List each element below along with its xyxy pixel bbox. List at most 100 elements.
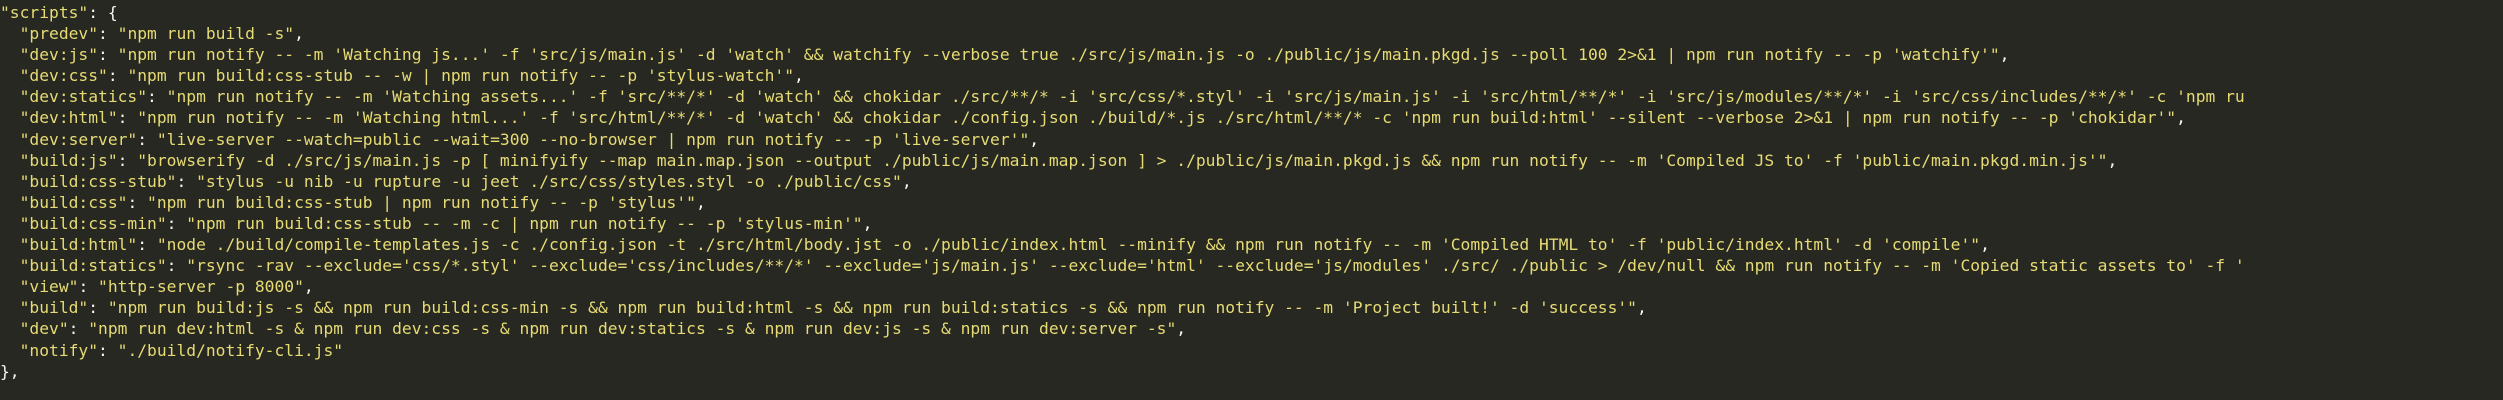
json-value: "npm run build -s" [117, 24, 295, 44]
key-separator: : [88, 3, 108, 22]
json-value: "node ./build/compile-templates.js -c ./… [156, 235, 1981, 255]
line-punctuation: , [1980, 235, 1990, 255]
code-line[interactable]: "build:css-min": "npm run build:css-stub… [0, 213, 2245, 234]
code-line[interactable]: "notify": "./build/notify-cli.js" [0, 340, 2245, 361]
code-line[interactable]: "build": "npm run build:js -s && npm run… [0, 297, 2245, 318]
line-punctuation: , [294, 24, 304, 44]
key-separator: : [176, 171, 197, 191]
key-separator: : [107, 66, 128, 86]
key-separator: : [78, 277, 99, 297]
json-value: "npm run build:js -s && npm run build:cs… [107, 298, 1637, 318]
line-punctuation: , [303, 277, 314, 297]
json-value: "browserify -d ./src/js/main.js -p [ min… [137, 150, 2108, 170]
line-punctuation: , [1636, 298, 1647, 318]
json-value: "http-server -p 8000" [98, 277, 304, 297]
key-separator: : [117, 108, 138, 128]
json-key: "dev" [19, 319, 69, 339]
code-line[interactable]: "dev:css": "npm run build:css-stub -- -w… [0, 65, 2245, 86]
json-key: "dev:css" [19, 66, 108, 86]
json-value: "./build/notify-cli.js" [117, 340, 344, 360]
json-key: "dev:js" [19, 45, 99, 65]
line-punctuation: , [1029, 129, 1040, 149]
json-value: "npm run build:css-stub -- -m -c | npm r… [186, 213, 863, 233]
json-key: "build:css-stub" [19, 171, 177, 191]
json-value: "npm run build:css-stub | npm run notify… [147, 192, 696, 212]
key-separator: : [127, 192, 148, 212]
code-line[interactable]: "dev:statics": "npm run notify -- -m 'Wa… [0, 86, 2245, 107]
line-punctuation: , [1999, 45, 2010, 65]
json-key: "dev:html" [19, 108, 118, 128]
code-line[interactable]: "build:css-stub": "stylus -u nib -u rupt… [0, 171, 2245, 192]
key-separator: : [98, 45, 118, 65]
code-line[interactable]: "predev": "npm run build -s", [0, 23, 2245, 44]
line-punctuation: , [2176, 108, 2186, 128]
json-key: "build:css" [19, 192, 128, 212]
key-separator: : [166, 256, 187, 276]
line-punctuation: , [862, 213, 873, 233]
key-separator: : [68, 319, 89, 339]
json-value: "stylus -u nib -u rupture -u jeet ./src/… [196, 171, 902, 191]
line-punctuation: }, [0, 361, 20, 381]
code-lines[interactable]: "scripts": { "predev": "npm run build -s… [0, 2, 2245, 382]
code-line[interactable]: "build:css": "npm run build:css-stub | n… [0, 192, 2245, 213]
json-key: "build:js" [19, 150, 118, 170]
code-line[interactable]: "dev:html": "npm run notify -- -m 'Watch… [0, 107, 2245, 128]
key-separator: : [137, 235, 157, 255]
json-value: "npm run build:css-stub -- -w | npm run … [127, 66, 794, 86]
json-key: "build" [19, 298, 89, 318]
code-line[interactable]: "build:js": "browserify -d ./src/js/main… [0, 150, 2245, 171]
code-line[interactable]: "dev": "npm run dev:html -s & npm run de… [0, 318, 2245, 339]
key-separator: : [98, 24, 118, 44]
key-separator: : [117, 150, 138, 170]
json-key: "build:css-min" [19, 213, 167, 233]
json-key: "scripts" [0, 3, 89, 22]
json-value: "npm run notify -- -m 'Watching html...'… [137, 108, 2177, 128]
code-line[interactable]: "dev:js": "npm run notify -- -m 'Watchin… [0, 44, 2245, 65]
code-line[interactable]: "scripts": { [0, 2, 2245, 23]
json-key: "predev" [19, 24, 99, 44]
json-value: "npm run dev:html -s & npm run dev:css -… [88, 319, 1177, 339]
json-key: "notify" [19, 340, 99, 360]
code-line[interactable]: "build:html": "node ./build/compile-temp… [0, 234, 2245, 255]
line-punctuation: , [1176, 319, 1187, 339]
json-key: "view" [19, 277, 79, 297]
line-punctuation: , [901, 171, 912, 191]
line-punctuation: , [695, 192, 706, 212]
json-value: "npm run notify -- -m 'Watching assets..… [166, 87, 2245, 107]
key-separator: : [98, 340, 118, 360]
line-punctuation: , [2107, 150, 2118, 170]
line-punctuation: { [107, 3, 118, 22]
json-key: "dev:server" [19, 129, 138, 149]
code-line[interactable]: "view": "http-server -p 8000", [0, 276, 2245, 297]
key-separator: : [137, 129, 157, 149]
code-line[interactable]: }, [0, 361, 2245, 382]
json-value: "live-server --watch=public --wait=300 -… [156, 129, 1030, 149]
code-line[interactable]: "build:statics": "rsync -rav --exclude='… [0, 255, 2245, 276]
json-key: "build:statics" [19, 256, 167, 276]
json-value: "npm run notify -- -m 'Watching js...' -… [117, 45, 2000, 65]
code-editor[interactable]: "scripts": { "predev": "npm run build -s… [0, 0, 2503, 400]
code-line[interactable]: "dev:server": "live-server --watch=publi… [0, 129, 2245, 150]
line-punctuation: , [794, 66, 804, 86]
key-separator: : [88, 298, 108, 318]
json-key: "build:html" [19, 235, 138, 255]
key-separator: : [166, 213, 187, 233]
json-value: "rsync -rav --exclude='css/*.styl' --exc… [186, 256, 2245, 276]
json-key: "dev:statics" [19, 87, 148, 107]
key-separator: : [147, 87, 167, 107]
